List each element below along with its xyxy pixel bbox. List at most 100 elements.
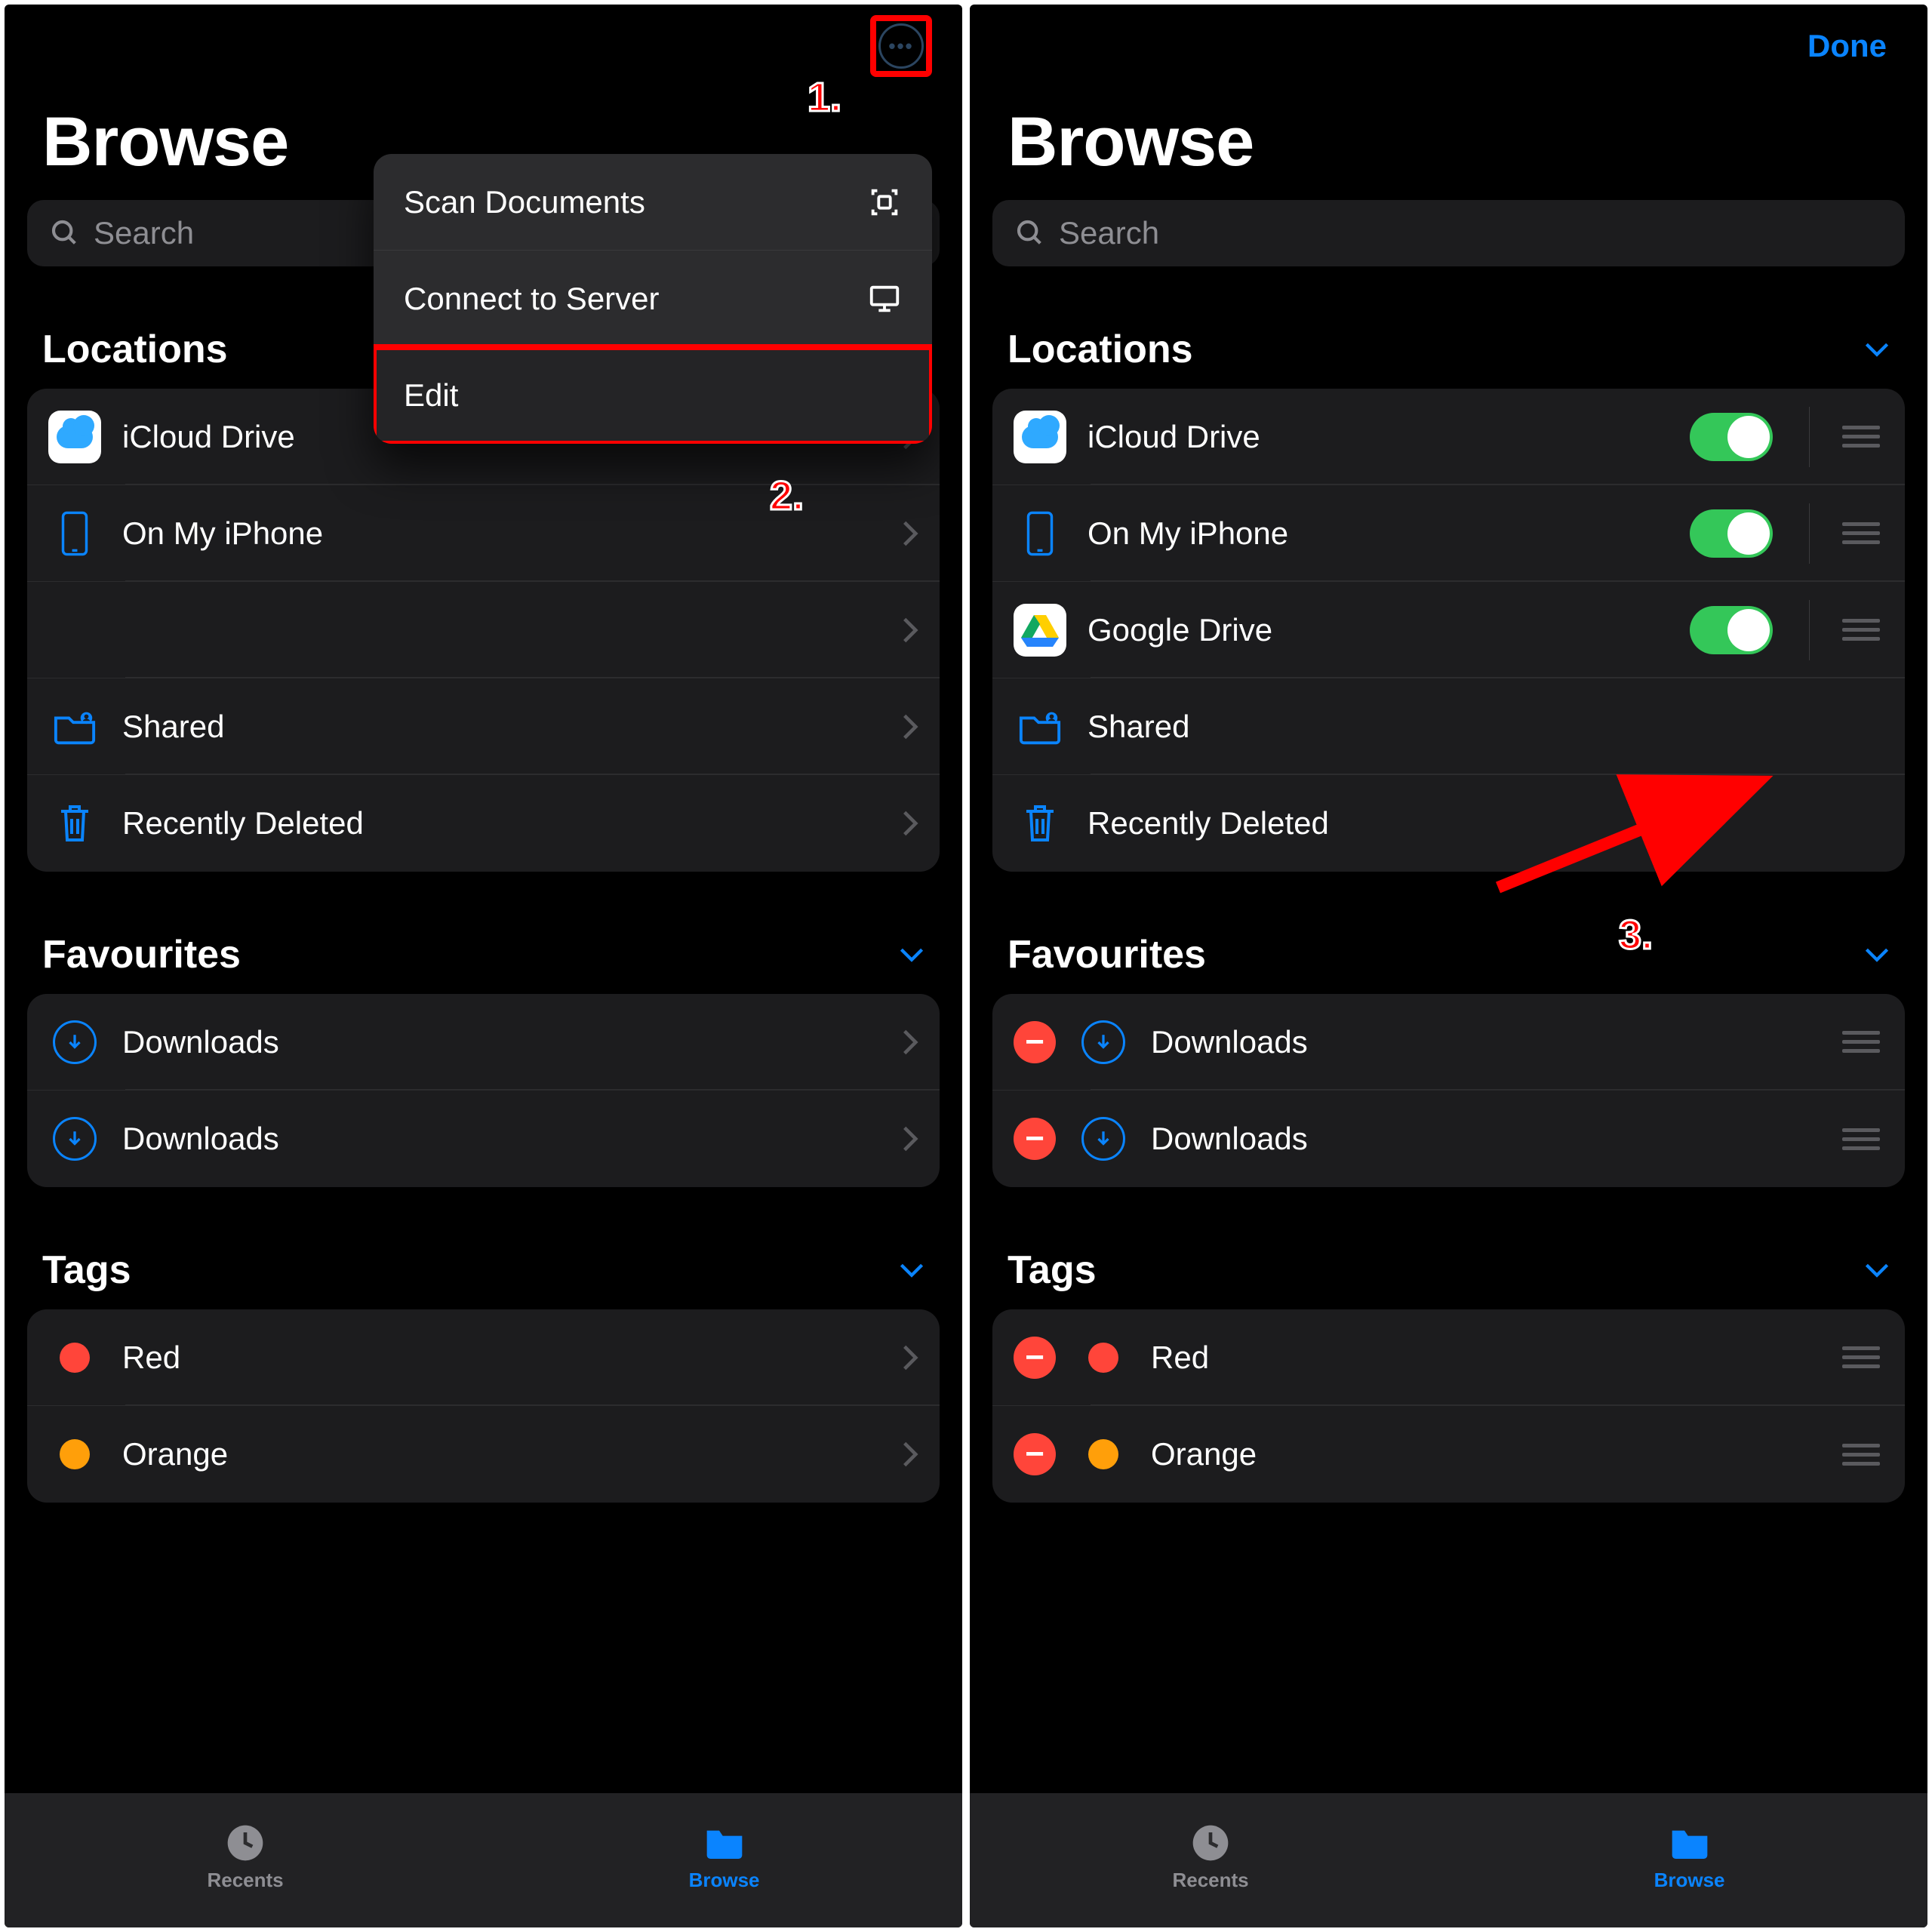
files-browse-screen-edit: Done Browse Search Locations iCloud Driv…	[970, 5, 1927, 1927]
location-label: Recently Deleted	[122, 805, 881, 841]
menu-label: Edit	[404, 377, 458, 414]
favourite-downloads: − Downloads	[992, 994, 1905, 1091]
chevron-right-icon	[902, 1343, 918, 1372]
location-label: iCloud Drive	[1088, 419, 1669, 455]
location-label: Recently Deleted	[1088, 805, 1884, 841]
favourite-downloads[interactable]: Downloads	[27, 994, 940, 1091]
delete-button[interactable]: −	[1014, 1118, 1056, 1160]
search-icon	[1015, 218, 1045, 248]
tab-bar: Recents Browse	[5, 1793, 962, 1927]
ellipsis-icon: •••	[888, 35, 913, 58]
scroll-area: Done Browse Search Locations iCloud Driv…	[970, 5, 1927, 1793]
menu-edit[interactable]: Edit	[374, 347, 932, 444]
section-header-favourites[interactable]: Favourites	[992, 932, 1905, 994]
download-icon	[48, 1112, 101, 1165]
chevron-right-icon	[902, 809, 918, 838]
location-label: Shared	[122, 709, 881, 745]
download-icon	[48, 1016, 101, 1069]
location-blank[interactable]	[27, 582, 940, 678]
chevron-right-icon	[902, 1440, 918, 1469]
menu-scan-documents[interactable]: Scan Documents	[374, 154, 932, 251]
top-bar: Done	[992, 5, 1905, 88]
section-header-locations[interactable]: Locations	[992, 327, 1905, 389]
annotation-2: 2.	[770, 472, 804, 519]
location-icloud: iCloud Drive	[992, 389, 1905, 485]
chevron-right-icon	[902, 1028, 918, 1057]
favourite-label: Downloads	[1151, 1024, 1817, 1060]
tab-label: Recents	[207, 1869, 283, 1892]
drag-handle[interactable]	[1838, 1031, 1884, 1053]
tag-orange[interactable]: Orange	[27, 1406, 940, 1503]
scan-icon	[867, 185, 902, 220]
section-header-tags[interactable]: Tags	[992, 1247, 1905, 1309]
menu-label: Connect to Server	[404, 281, 660, 317]
section-title: Locations	[1008, 327, 1193, 372]
trash-icon	[1014, 797, 1066, 850]
favourite-downloads[interactable]: Downloads	[27, 1091, 940, 1187]
folder-icon	[703, 1822, 746, 1864]
delete-button[interactable]: −	[1014, 1021, 1056, 1063]
blank-icon	[48, 604, 101, 657]
location-label: On My iPhone	[1088, 515, 1669, 552]
tab-browse[interactable]: Browse	[689, 1822, 760, 1892]
toggle-on-iphone[interactable]	[1690, 509, 1773, 558]
more-button[interactable]: •••	[878, 23, 924, 69]
favourite-label: Downloads	[1151, 1121, 1817, 1157]
menu-connect-server[interactable]: Connect to Server	[374, 251, 932, 347]
drag-handle[interactable]	[1838, 619, 1884, 641]
tab-bar: Recents Browse	[970, 1793, 1927, 1927]
location-recently-deleted[interactable]: Recently Deleted	[992, 775, 1905, 872]
chevron-down-icon	[899, 946, 924, 963]
chevron-right-icon	[902, 616, 918, 645]
tab-browse[interactable]: Browse	[1654, 1822, 1725, 1892]
drag-handle[interactable]	[1838, 1346, 1884, 1368]
tab-label: Browse	[689, 1869, 760, 1892]
tag-color-icon	[1077, 1331, 1130, 1384]
location-recently-deleted[interactable]: Recently Deleted	[27, 775, 940, 872]
locations-list: iCloud Drive On My iPhone Shared	[27, 389, 940, 872]
section-header-favourites[interactable]: Favourites	[27, 932, 940, 994]
tag-color-icon	[48, 1428, 101, 1481]
folder-icon	[1669, 1822, 1711, 1864]
favourite-label: Downloads	[122, 1121, 881, 1157]
icloud-icon	[1014, 411, 1066, 463]
tag-red[interactable]: Red	[27, 1309, 940, 1406]
toggle-icloud[interactable]	[1690, 413, 1773, 461]
tab-label: Recents	[1172, 1869, 1248, 1892]
trash-icon	[48, 797, 101, 850]
clock-icon	[1189, 1822, 1232, 1864]
location-shared[interactable]: Shared	[27, 678, 940, 775]
chevron-down-icon	[899, 1262, 924, 1278]
location-label: Google Drive	[1088, 612, 1669, 648]
section-title: Tags	[1008, 1247, 1097, 1293]
page-title: Browse	[1008, 103, 1905, 182]
chevron-down-icon	[1864, 1262, 1890, 1278]
tab-recents[interactable]: Recents	[207, 1822, 283, 1892]
drag-handle[interactable]	[1838, 426, 1884, 448]
drag-handle[interactable]	[1838, 1444, 1884, 1466]
drag-handle[interactable]	[1838, 1128, 1884, 1150]
top-bar: •••	[27, 5, 940, 88]
chevron-right-icon	[902, 519, 918, 548]
toggle-google-drive[interactable]	[1690, 606, 1773, 654]
annotation-3: 3.	[1619, 912, 1653, 958]
download-icon	[1077, 1112, 1130, 1165]
search-placeholder: Search	[1059, 215, 1159, 251]
search-input[interactable]: Search	[992, 200, 1905, 266]
more-button-highlight: •••	[870, 15, 932, 77]
chevron-right-icon	[902, 712, 918, 741]
shared-folder-icon	[1014, 700, 1066, 753]
separator	[1809, 407, 1810, 467]
delete-button[interactable]: −	[1014, 1433, 1056, 1475]
done-button[interactable]: Done	[1797, 28, 1897, 64]
section-title: Locations	[42, 327, 228, 372]
tab-recents[interactable]: Recents	[1172, 1822, 1248, 1892]
tag-color-icon	[48, 1331, 101, 1384]
tag-label: Orange	[1151, 1436, 1817, 1472]
location-shared[interactable]: Shared	[992, 678, 1905, 775]
delete-button[interactable]: −	[1014, 1337, 1056, 1379]
location-label: On My iPhone	[122, 515, 881, 552]
drag-handle[interactable]	[1838, 522, 1884, 544]
section-header-tags[interactable]: Tags	[27, 1247, 940, 1309]
menu-label: Scan Documents	[404, 184, 645, 220]
